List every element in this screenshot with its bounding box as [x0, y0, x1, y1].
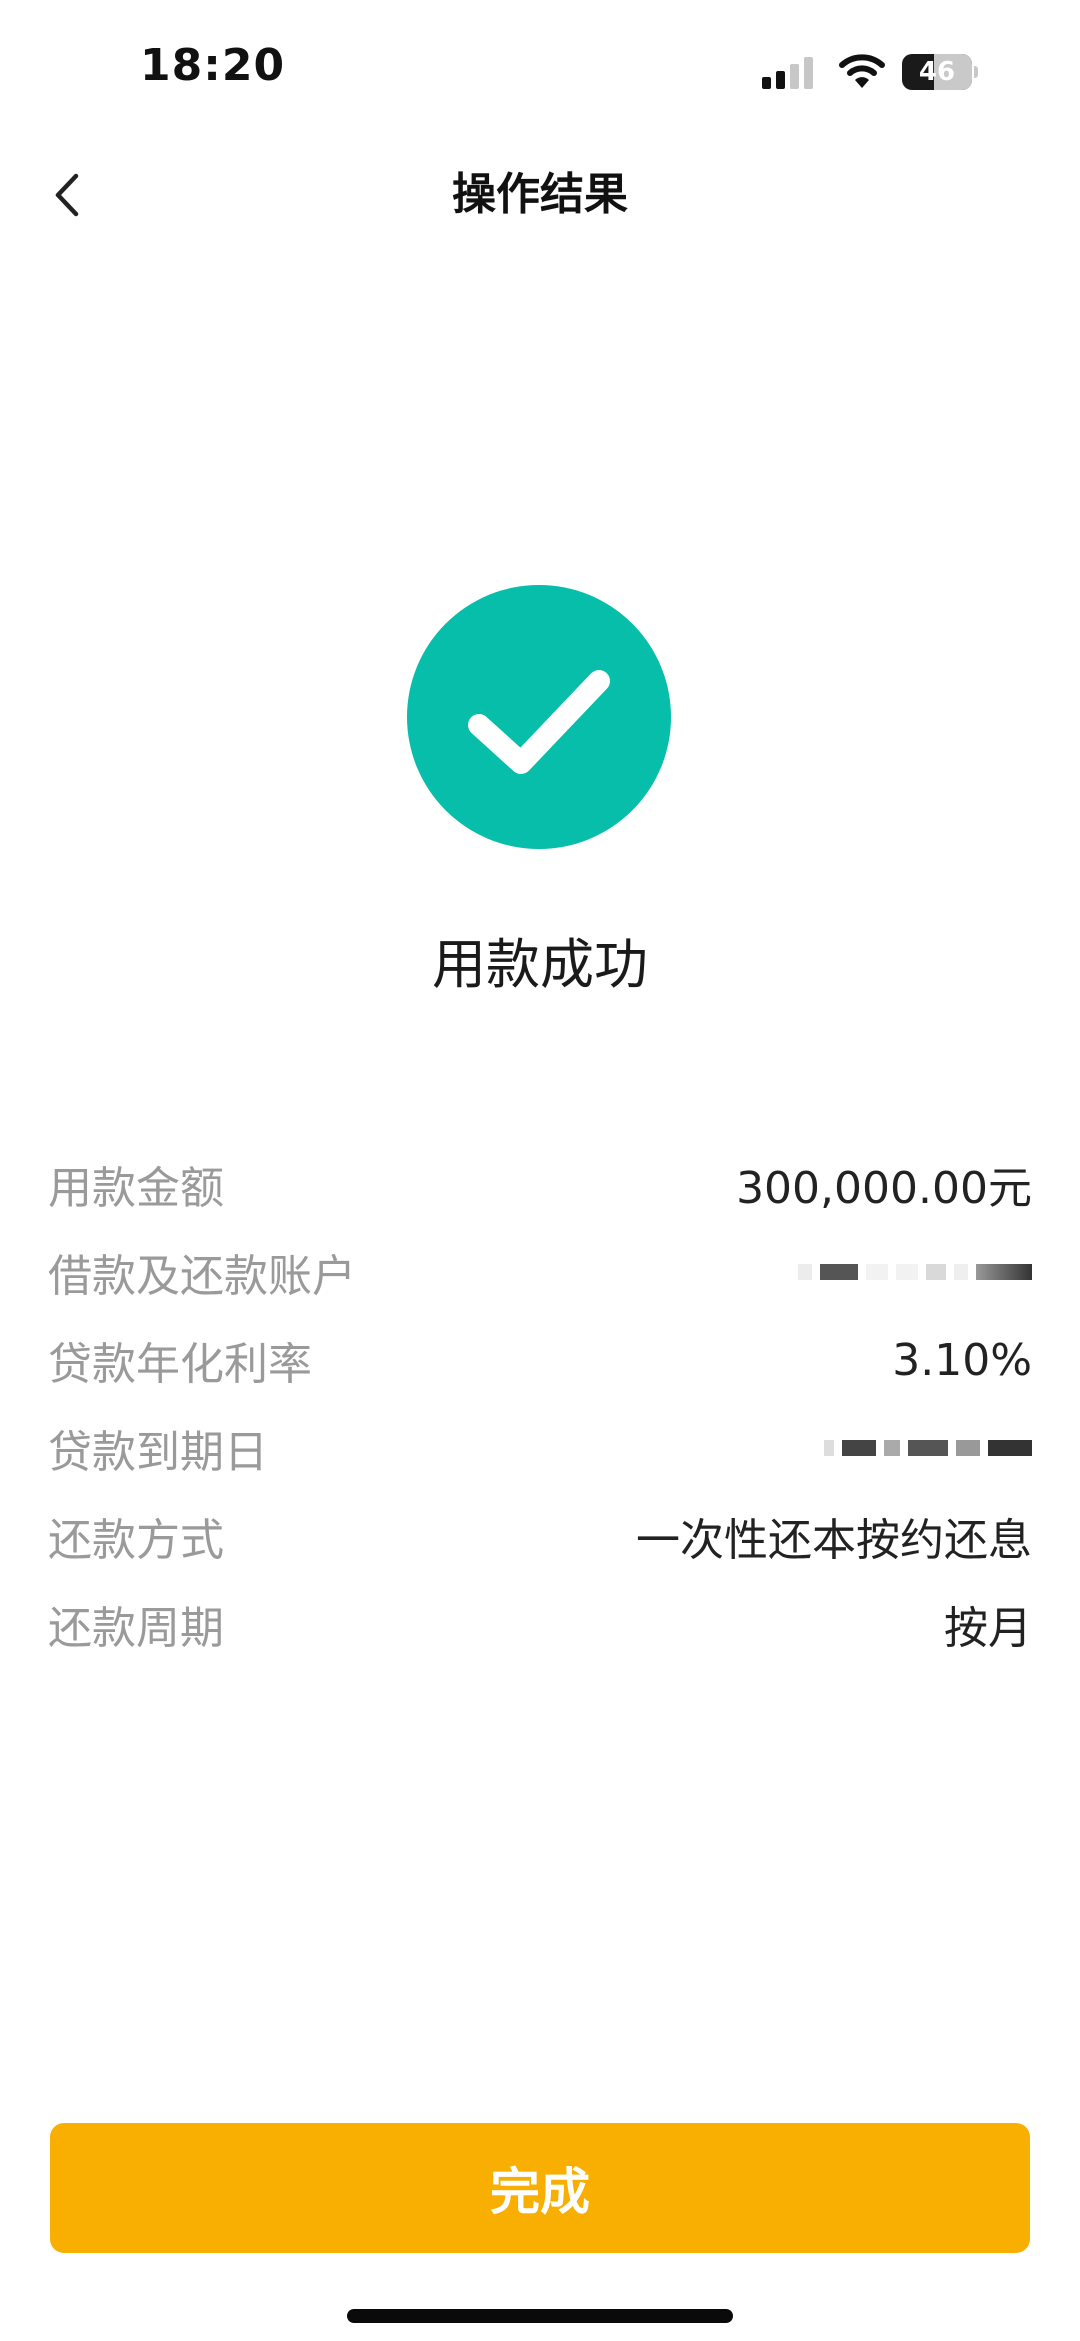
status-time: 18:20: [140, 40, 286, 91]
nav-bar: 操作结果: [0, 140, 1080, 250]
detail-row-repay-cycle: 还款周期 按月: [48, 1580, 1032, 1668]
detail-value: 3.10%: [892, 1334, 1032, 1386]
done-button[interactable]: 完成: [50, 2123, 1030, 2253]
detail-row-account: 借款及还款账户: [48, 1228, 1032, 1316]
detail-value: 300,000.00元: [736, 1163, 1032, 1214]
detail-value: 一次性还本按约还息: [636, 1515, 1032, 1566]
page-title: 操作结果: [452, 169, 628, 220]
detail-label: 用款金额: [48, 1163, 224, 1214]
cellular-signal-icon: [762, 57, 813, 89]
detail-label: 还款方式: [48, 1515, 224, 1566]
detail-label: 贷款年化利率: [48, 1339, 312, 1390]
detail-row-rate: 贷款年化利率 3.10%: [48, 1316, 1032, 1404]
detail-label: 贷款到期日: [48, 1427, 268, 1478]
masked-date-value: [824, 1426, 1032, 1470]
check-icon: [468, 670, 610, 774]
home-indicator: [347, 2309, 733, 2323]
wifi-icon: [839, 54, 885, 88]
detail-row-due-date: 贷款到期日: [48, 1404, 1032, 1492]
detail-label: 还款周期: [48, 1603, 224, 1654]
chevron-left-icon: [55, 173, 79, 217]
detail-row-repay-method: 还款方式 一次性还本按约还息: [48, 1492, 1032, 1580]
battery-level: 46: [918, 57, 956, 87]
battery-indicator: 46: [902, 54, 978, 90]
masked-account-value: [798, 1250, 1032, 1294]
success-circle: [407, 585, 671, 849]
result-message: 用款成功: [432, 933, 648, 996]
detail-value: 按月: [944, 1603, 1032, 1654]
detail-label: 借款及还款账户: [48, 1251, 356, 1302]
back-button[interactable]: [36, 160, 96, 230]
detail-list: 用款金额 300,000.00元 借款及还款账户 贷款年化利率 3.10% 贷款…: [48, 1140, 1032, 1668]
detail-row-amount: 用款金额 300,000.00元: [48, 1140, 1032, 1228]
status-bar: 18:20 46: [0, 0, 1080, 140]
